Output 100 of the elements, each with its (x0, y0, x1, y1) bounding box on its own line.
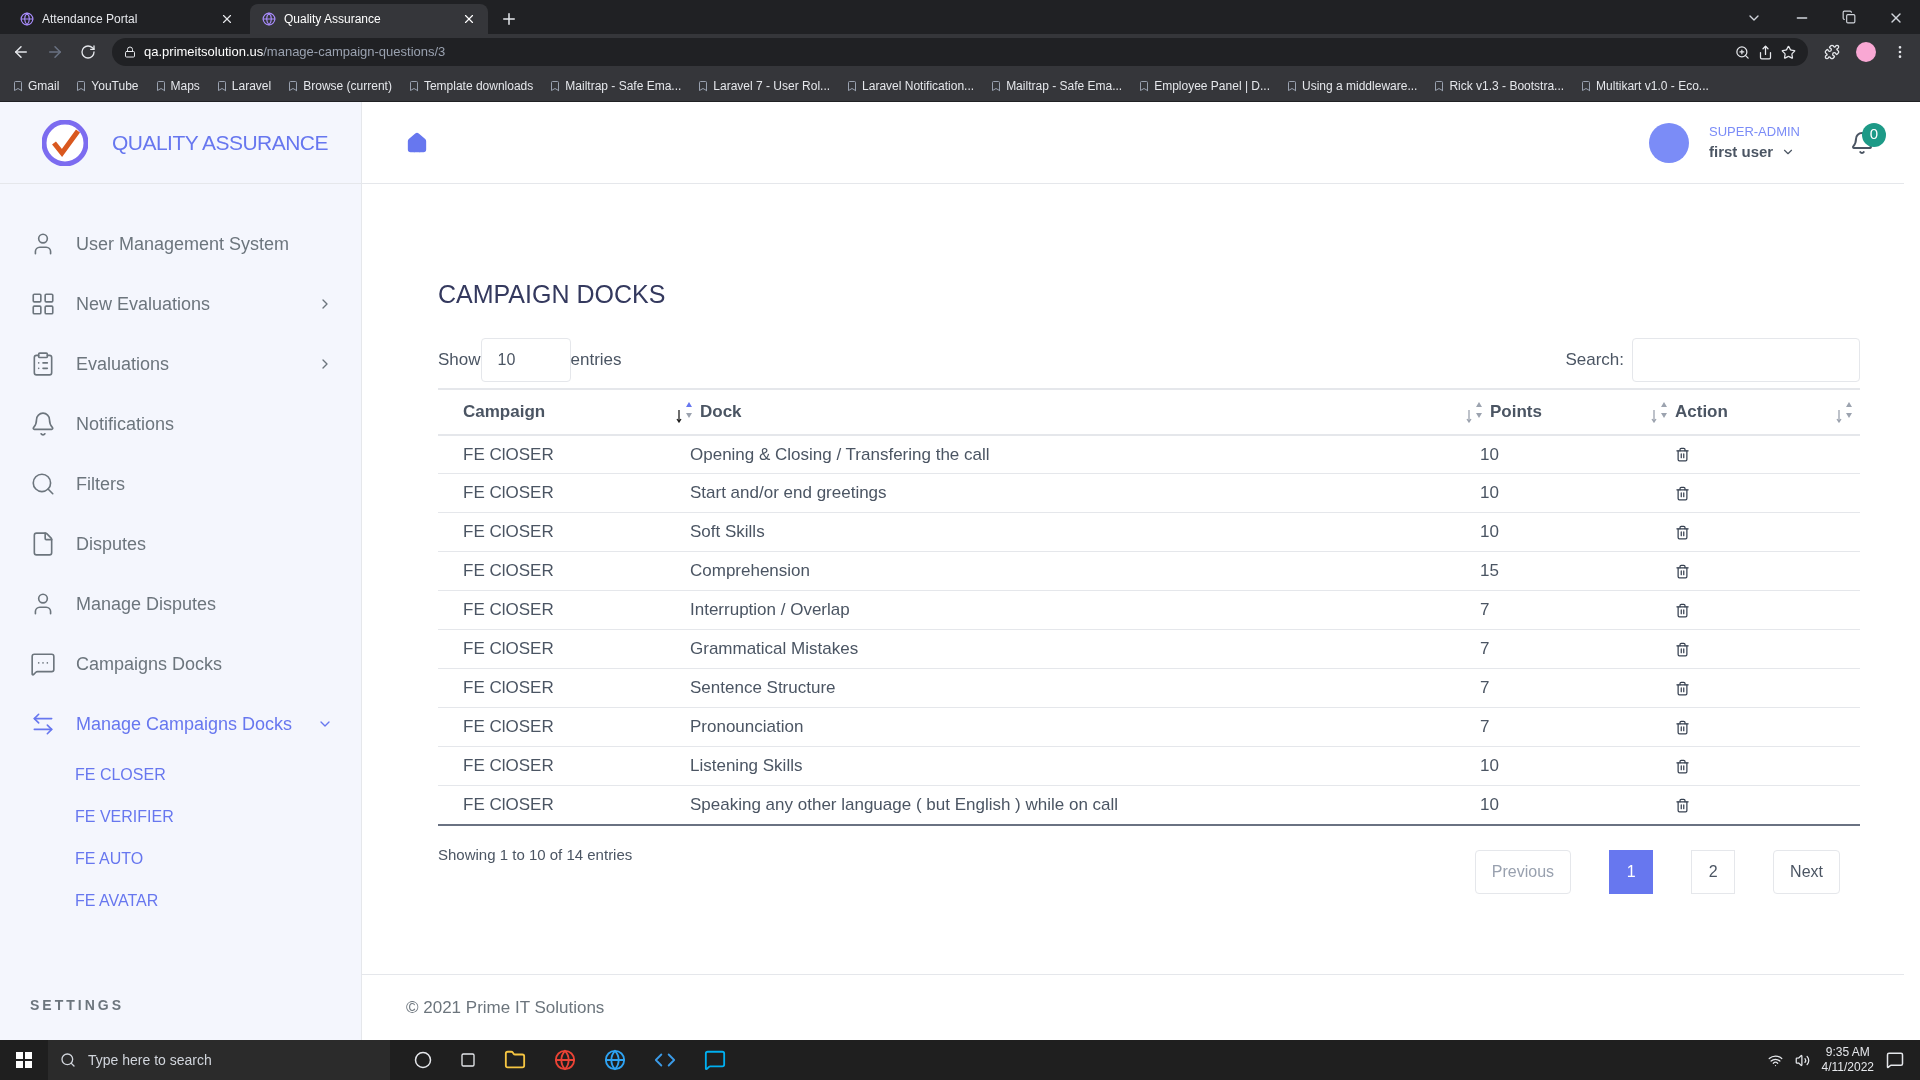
delete-icon[interactable] (1675, 680, 1690, 696)
sidebar-item[interactable]: Evaluations (0, 334, 361, 394)
bookmark[interactable]: Template downloads (407, 76, 534, 95)
bookmark[interactable]: Multikart v1.0 - Eco... (1580, 76, 1709, 95)
folder-icon[interactable] (504, 1049, 526, 1071)
zoom-icon[interactable] (1735, 44, 1750, 60)
bookmark[interactable]: Mailtrap - Safe Ema... (990, 76, 1123, 95)
table-cell: 10 (1480, 444, 1499, 464)
chat-app-icon[interactable] (704, 1049, 726, 1071)
browser-tab[interactable]: Attendance Portal (8, 4, 246, 34)
reload-icon[interactable] (80, 44, 96, 60)
search-field[interactable] (1632, 337, 1860, 382)
submenu-item[interactable]: FE CLOSER (0, 754, 361, 796)
submenu-item[interactable]: FE VERIFIER (0, 796, 361, 838)
user-menu[interactable]: first user (1709, 141, 1800, 164)
cortana-icon[interactable] (414, 1051, 432, 1069)
column-header[interactable]: Dock (700, 398, 742, 425)
column-header[interactable]: Points (1490, 398, 1542, 425)
forward-icon[interactable] (46, 43, 64, 61)
restore-icon[interactable] (1842, 10, 1856, 24)
table-cell: FE ClOSER (463, 561, 554, 581)
delete-icon[interactable] (1675, 563, 1690, 579)
delete-icon[interactable] (1675, 602, 1690, 618)
column-header[interactable]: Action (1675, 398, 1728, 425)
bookmark[interactable]: Using a middleware... (1286, 76, 1418, 95)
table-cell: FE ClOSER (463, 756, 554, 776)
bookmark[interactable]: Mailtrap - Safe Ema... (549, 76, 682, 95)
table-cell: 15 (1480, 561, 1499, 581)
bookmark[interactable]: Laravel (215, 76, 272, 95)
bookmark-icon (1580, 79, 1593, 92)
search-label: Search: (1565, 348, 1624, 371)
new-tab-icon[interactable] (500, 10, 518, 28)
close-icon[interactable] (220, 12, 234, 26)
bookmark[interactable]: Browse (current) (287, 76, 392, 95)
delete-icon[interactable] (1675, 797, 1690, 813)
browser-icon[interactable] (604, 1049, 626, 1071)
footer-text: © 2021 Prime IT Solutions (406, 996, 605, 1019)
bookmark-icon (846, 79, 859, 92)
address-bar[interactable]: qa.primeitsolution.us/manage-campaign-questions/3 (112, 38, 1808, 66)
table-cell: Interruption / Overlap (690, 600, 850, 620)
delete-icon[interactable] (1675, 524, 1690, 540)
bookmark[interactable]: Employee Panel | D... (1138, 76, 1270, 95)
page-button[interactable]: 2 (1691, 850, 1736, 894)
sidebar-item[interactable]: Manage Campaigns Docks (0, 694, 361, 754)
bookmark[interactable]: Laravel 7 - User Rol... (697, 76, 831, 95)
network-icon[interactable] (1767, 1052, 1783, 1068)
user-avatar[interactable] (1649, 122, 1689, 163)
delete-icon[interactable] (1675, 719, 1690, 735)
table-cell: FE ClOSER (463, 717, 554, 737)
sidebar-item[interactable]: Disputes (0, 514, 361, 574)
bookmark[interactable]: Gmail (12, 76, 60, 95)
close-icon[interactable] (462, 12, 476, 26)
browser-tab[interactable]: Quality Assurance (250, 4, 488, 34)
table-cell: FE ClOSER (463, 444, 554, 464)
table-cell: Listening Skills (690, 756, 803, 776)
sidebar-item[interactable]: New Evaluations (0, 274, 361, 334)
section-heading: SETTINGS (29, 996, 125, 1015)
notifications-icon[interactable] (1886, 1051, 1904, 1069)
bookmark[interactable]: Maps (154, 76, 200, 95)
bookmark-icon (697, 79, 710, 92)
share-icon[interactable] (1758, 44, 1773, 60)
table-cell: FE ClOSER (463, 678, 554, 698)
profile-avatar[interactable] (1856, 42, 1876, 62)
submenu-item[interactable]: FE AVATAR (0, 880, 361, 922)
page-button[interactable]: 1 (1609, 850, 1654, 894)
sidebar-item[interactable]: Campaigns Docks (0, 634, 361, 694)
home-icon[interactable] (406, 131, 428, 154)
submenu-item[interactable]: FE AUTO (0, 838, 361, 880)
bookmark-icon (549, 79, 562, 92)
search-icon (30, 471, 56, 497)
sidebar-item[interactable]: Manage Disputes (0, 574, 361, 634)
volume-icon[interactable] (1794, 1052, 1810, 1068)
delete-icon[interactable] (1675, 446, 1690, 462)
delete-icon[interactable] (1675, 485, 1690, 501)
table-cell: 7 (1480, 678, 1490, 698)
star-icon[interactable] (1781, 44, 1796, 60)
extensions-icon[interactable] (1824, 44, 1840, 60)
entries-label: entries (570, 348, 622, 371)
table-cell: Sentence Structure (690, 678, 836, 698)
clock-time: 9:35 AM (1825, 1045, 1870, 1060)
sidebar-item[interactable]: Filters (0, 454, 361, 514)
sidebar-item[interactable]: Notifications (0, 394, 361, 454)
sidebar-item[interactable]: User Management System (0, 214, 361, 274)
taskbar-search-field[interactable]: Type here to search (48, 1040, 390, 1080)
delete-icon[interactable] (1675, 758, 1690, 774)
table-cell: Comprehension (690, 561, 810, 581)
pagination-button[interactable]: Next (1773, 850, 1840, 894)
user-role: SUPER-ADMIN (1709, 122, 1800, 141)
bookmark[interactable]: Laravel Notification... (846, 76, 975, 95)
task-view-icon[interactable] (460, 1052, 476, 1068)
bell-icon (30, 411, 56, 437)
bookmark[interactable]: YouTube (75, 76, 139, 95)
column-header[interactable]: Campaign (463, 398, 546, 425)
back-icon[interactable] (12, 43, 30, 61)
delete-icon[interactable] (1675, 641, 1690, 657)
page-size-select[interactable]: 10 (480, 337, 571, 382)
table-cell: 10 (1480, 795, 1499, 815)
browser-icon[interactable] (554, 1049, 576, 1071)
bookmark[interactable]: Rick v1.3 - Bootstra... (1433, 76, 1565, 95)
table-cell: FE ClOSER (463, 795, 554, 815)
